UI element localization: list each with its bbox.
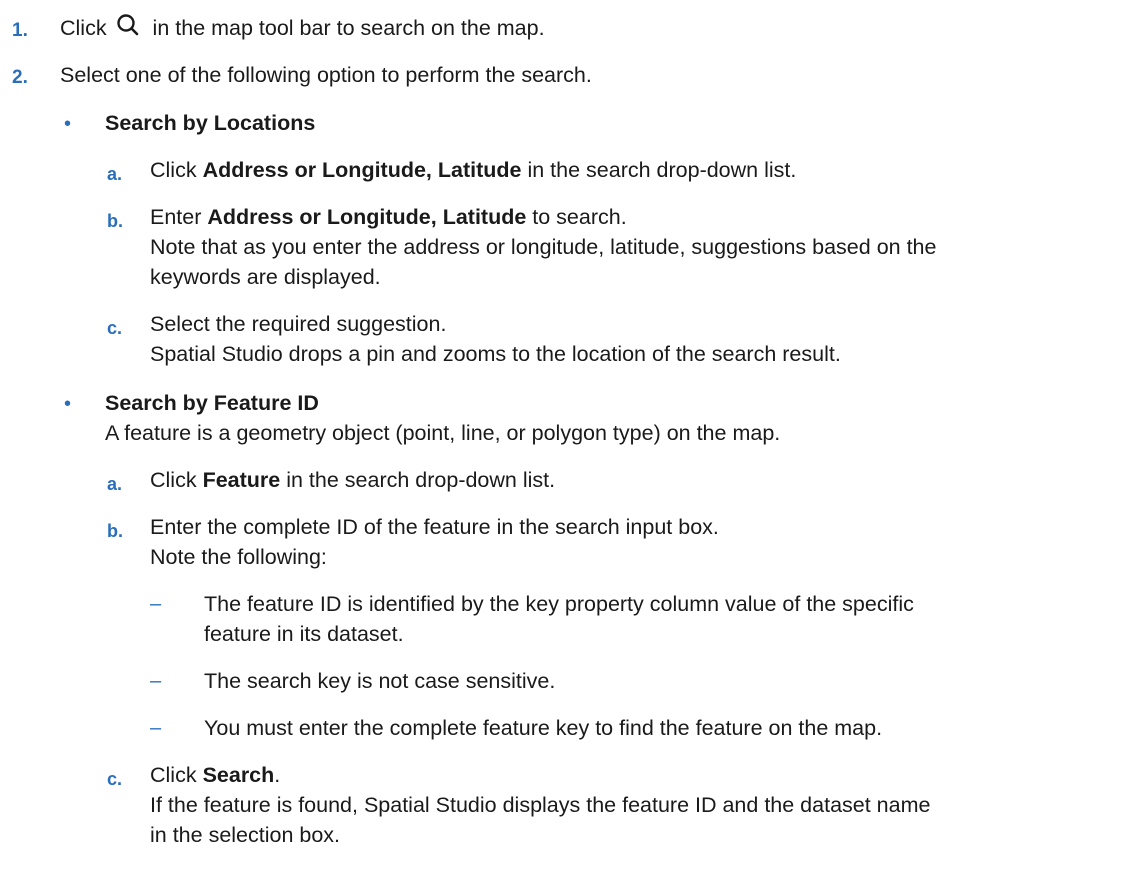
item-bold: Address or Longitude, Latitude bbox=[202, 158, 522, 182]
item-post: in the search drop-down list. bbox=[521, 158, 797, 182]
bullet: • bbox=[64, 393, 72, 415]
section-title: Search by Feature ID bbox=[105, 391, 319, 415]
step-number: 2. bbox=[12, 67, 28, 88]
sub-item: You must enter the complete feature key … bbox=[204, 716, 883, 740]
item-letter: c. bbox=[107, 769, 123, 789]
item-note: keywords are displayed. bbox=[150, 265, 381, 289]
step-number: 1. bbox=[12, 20, 28, 41]
search-icon bbox=[115, 13, 143, 39]
item-bold: Feature bbox=[202, 468, 281, 492]
item-pre: Click bbox=[150, 158, 203, 182]
item-pre: Enter bbox=[150, 205, 208, 229]
step-2-text: Select one of the following option to pe… bbox=[60, 63, 592, 87]
dash-bullet: – bbox=[150, 717, 162, 739]
step-1-text: Click in the map tool bar to search on t… bbox=[60, 13, 545, 43]
item-note: in the selection box. bbox=[150, 823, 341, 847]
item-bold: Search bbox=[202, 763, 275, 787]
step-1-post: in the map tool bar to search on the map… bbox=[146, 16, 545, 40]
step-1-pre: Click bbox=[60, 16, 107, 40]
item-post: in the search drop-down list. bbox=[280, 468, 556, 492]
item-note: If the feature is found, Spatial Studio … bbox=[150, 793, 931, 817]
dash-bullet: – bbox=[150, 593, 162, 615]
list-item: Enter Address or Longitude, Latitude to … bbox=[150, 202, 627, 232]
sub-item: The feature ID is identified by the key … bbox=[204, 592, 914, 616]
sub-item: The search key is not case sensitive. bbox=[204, 669, 556, 693]
item-letter: c. bbox=[107, 318, 123, 338]
item-pre: Click bbox=[150, 763, 203, 787]
section-title: Search by Locations bbox=[105, 111, 316, 135]
list-item: Click Feature in the search drop-down li… bbox=[150, 465, 555, 495]
list-item: Enter the complete ID of the feature in … bbox=[150, 515, 719, 539]
dash-bullet: – bbox=[150, 670, 162, 692]
item-letter: b. bbox=[107, 521, 123, 541]
item-post: to search. bbox=[526, 205, 627, 229]
section-description: A feature is a geometry object (point, l… bbox=[105, 421, 781, 445]
list-item: Select the required suggestion. bbox=[150, 312, 447, 336]
item-bold: Address or Longitude, Latitude bbox=[207, 205, 527, 229]
list-item: Click Address or Longitude, Latitude in … bbox=[150, 155, 796, 185]
sub-item: feature in its dataset. bbox=[204, 622, 404, 646]
item-letter: a. bbox=[107, 164, 123, 184]
item-note: Spatial Studio drops a pin and zooms to … bbox=[150, 342, 841, 366]
item-letter: b. bbox=[107, 211, 123, 231]
item-pre: Click bbox=[150, 468, 203, 492]
item-note: Note that as you enter the address or lo… bbox=[150, 235, 937, 259]
item-letter: a. bbox=[107, 474, 123, 494]
item-post: . bbox=[274, 763, 281, 787]
bullet: • bbox=[64, 113, 72, 135]
list-item: Click Search. bbox=[150, 760, 280, 790]
item-note: Note the following: bbox=[150, 545, 327, 569]
